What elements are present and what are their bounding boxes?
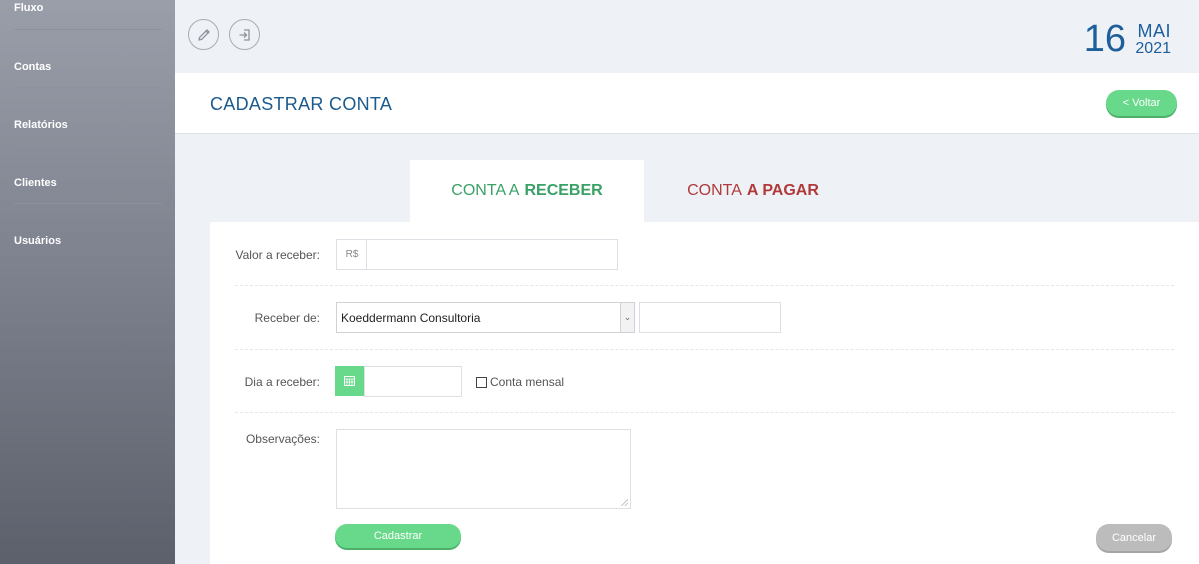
top-header: 16 MAI 2021 <box>175 0 1199 73</box>
sidebar-item-usuarios[interactable]: Usuários <box>0 204 162 262</box>
dia-input[interactable] <box>364 366 462 397</box>
observacoes-label: Observações: <box>245 432 320 446</box>
sidebar-item-label: Clientes <box>14 177 57 189</box>
cadastrar-button[interactable]: Cadastrar <box>335 524 461 548</box>
row-divider <box>235 285 1174 286</box>
chevron-down-icon: ⌄ <box>620 303 634 332</box>
sidebar-item-label: Contas <box>14 61 52 73</box>
pencil-icon <box>197 28 210 41</box>
sidebar: Fluxo Contas Relatórios Clientes Usuário… <box>0 0 175 564</box>
row-divider <box>235 412 1174 413</box>
dia-label: Dia a receber: <box>244 375 320 389</box>
edit-button[interactable] <box>188 19 219 50</box>
page-header: CADASTRAR CONTA < Voltar <box>175 73 1199 134</box>
receber-de-select[interactable]: Koeddermann Consultoria ⌄ <box>336 302 635 333</box>
resize-handle-icon[interactable] <box>621 499 628 506</box>
conta-mensal-label: Conta mensal <box>490 375 565 389</box>
cancelar-button[interactable]: Cancelar <box>1096 524 1172 551</box>
tab-label-prefix: CONTA <box>687 182 742 199</box>
tab-label-prefix: CONTA A <box>451 182 520 199</box>
date-year: 2021 <box>1135 40 1171 57</box>
tab-conta-a-receber[interactable]: CONTA A RECEBER <box>410 160 644 222</box>
sidebar-item-label: Fluxo <box>14 2 44 14</box>
date-day: 16 <box>1083 18 1126 60</box>
valor-input[interactable] <box>366 239 618 270</box>
sign-in-icon <box>239 28 250 41</box>
observacoes-textarea[interactable] <box>336 429 631 509</box>
conta-mensal-toggle[interactable]: Conta mensal <box>476 375 564 389</box>
sidebar-item-clientes[interactable]: Clientes <box>0 146 162 204</box>
sidebar-item-label: Usuários <box>14 235 62 247</box>
sidebar-item-label: Relatórios <box>14 119 68 131</box>
login-button[interactable] <box>229 19 260 50</box>
back-button[interactable]: < Voltar <box>1106 90 1177 116</box>
sidebar-item-relatorios[interactable]: Relatórios <box>0 88 162 146</box>
tab-label-strong: RECEBER <box>524 182 603 199</box>
receber-de-extra-input[interactable] <box>639 302 781 333</box>
tab-label-strong: A PAGAR <box>746 182 819 199</box>
page-title: CADASTRAR CONTA <box>210 94 393 114</box>
valor-label: Valor a receber: <box>235 248 321 262</box>
conta-mensal-checkbox[interactable] <box>476 376 487 388</box>
row-divider <box>235 349 1174 350</box>
tab-conta-a-pagar[interactable]: CONTA A PAGAR <box>644 160 862 222</box>
calendar-icon <box>344 376 355 386</box>
receber-de-label: Receber de: <box>254 311 320 325</box>
account-form: Valor a receber: R$ Receber de: Koedderm… <box>210 222 1199 564</box>
date-month: MAI <box>1137 21 1171 41</box>
currency-prefix: R$ <box>336 239 367 270</box>
receber-de-selected: Koeddermann Consultoria <box>341 310 481 325</box>
calendar-button[interactable] <box>335 366 364 396</box>
sidebar-item-contas[interactable]: Contas <box>0 30 162 88</box>
